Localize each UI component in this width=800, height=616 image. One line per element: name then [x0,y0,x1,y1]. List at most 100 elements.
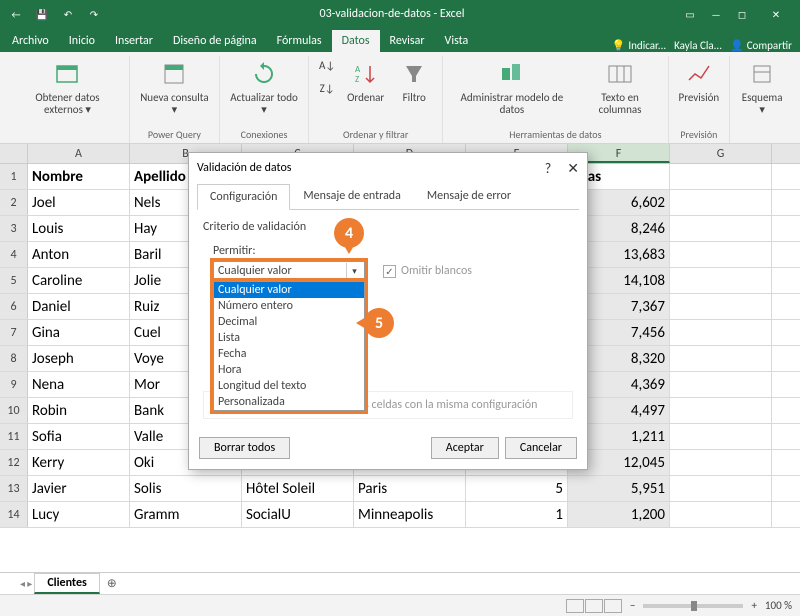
tab-inicio[interactable]: Inicio [59,30,105,52]
sort-asc-button[interactable]: A↓ [315,56,339,78]
allow-opt-custom[interactable]: Personalizada [214,394,364,410]
save-icon[interactable]: 💾 [30,2,54,26]
forecast-button[interactable]: Previsión [675,56,724,106]
allow-dropdown[interactable]: Cualquier valor ▾ Cualquier valor Número… [213,261,365,281]
cell[interactable] [670,372,772,397]
dialog-tab-error-msg[interactable]: Mensaje de error [414,183,524,209]
cell[interactable]: Daniel [28,294,130,319]
row-header[interactable]: 3 [0,216,28,241]
cell[interactable]: 1 [466,502,568,527]
cell[interactable] [670,502,772,527]
row-header[interactable]: 4 [0,242,28,267]
tab-diseno[interactable]: Diseño de página [163,30,267,52]
cell[interactable]: Solis [130,476,242,501]
outline-button[interactable]: Esquema ▾ [736,56,788,118]
close-icon[interactable]: ✕ [756,2,796,26]
maximize-icon[interactable]: ◻ [730,2,754,26]
cell[interactable]: Louis [28,216,130,241]
allow-opt-time[interactable]: Hora [214,362,364,378]
cell[interactable]: Paris [354,476,466,501]
cell[interactable]: Gramm [130,502,242,527]
cell[interactable] [670,294,772,319]
cell[interactable] [670,476,772,501]
cell[interactable]: Kerry [28,450,130,475]
tab-datos[interactable]: Datos [332,30,380,52]
sort-button[interactable]: AZ Ordenar [343,56,388,106]
row-header[interactable]: 12 [0,450,28,475]
minimize-icon[interactable]: — [704,2,728,26]
cell[interactable] [670,450,772,475]
row-header[interactable]: 14 [0,502,28,527]
row-header[interactable]: 13 [0,476,28,501]
cell[interactable] [670,268,772,293]
cell[interactable] [670,216,772,241]
dialog-help-icon[interactable]: ? [545,160,552,177]
new-query-button[interactable]: Nueva consulta ▾ [136,56,213,118]
ignore-blank-checkbox[interactable]: ✓ Omitir blancos [383,264,472,278]
back-icon[interactable]: ← [4,2,28,26]
get-external-data-button[interactable]: Obtener datos externos ▾ [12,56,123,118]
allow-opt-list[interactable]: Lista [214,330,364,346]
undo-icon[interactable]: ↶ [56,2,80,26]
tell-me[interactable]: 💡 Indicar... [612,39,666,52]
row-header[interactable]: 8 [0,346,28,371]
cell[interactable]: 5 [466,476,568,501]
zoom-slider[interactable] [643,604,743,608]
cell[interactable] [670,164,772,189]
cell[interactable]: 5,951 [568,476,670,501]
ok-button[interactable]: Aceptar [431,437,499,459]
cell[interactable] [670,398,772,423]
allow-opt-any[interactable]: Cualquier valor [214,282,364,298]
allow-opt-date[interactable]: Fecha [214,346,364,362]
cell[interactable]: Joel [28,190,130,215]
row-header[interactable]: 11 [0,424,28,449]
cell[interactable]: Nena [28,372,130,397]
refresh-all-button[interactable]: Actualizar todo ▾ [226,56,302,118]
cell[interactable]: Gina [28,320,130,345]
cell[interactable] [670,346,772,371]
tab-insertar[interactable]: Insertar [105,30,163,52]
cell[interactable]: Sofia [28,424,130,449]
ribbon-options-icon[interactable]: ▭ [678,2,702,26]
clear-all-button[interactable]: Borrar todos [199,437,290,459]
tab-revisar[interactable]: Revisar [380,30,435,52]
col-header-G[interactable]: G [670,144,772,163]
cell[interactable]: Anton [28,242,130,267]
allow-opt-decimal[interactable]: Decimal [214,314,364,330]
dialog-tab-config[interactable]: Configuración [197,184,290,210]
cell[interactable]: Lucy [28,502,130,527]
zoom-plus[interactable]: + [751,599,756,612]
add-sheet-button[interactable]: ⊕ [102,576,122,591]
row-header[interactable]: 1 [0,164,28,189]
cell[interactable] [670,424,772,449]
cell[interactable] [670,242,772,267]
view-buttons[interactable] [566,599,622,613]
allow-opt-textlen[interactable]: Longitud del texto [214,378,364,394]
filter-button[interactable]: Filtro [392,56,436,106]
cell[interactable]: Hôtel Soleil [242,476,354,501]
text-to-columns-button[interactable]: Texto en columnas [579,56,662,118]
allow-opt-whole[interactable]: Número entero [214,298,364,314]
col-header-A[interactable]: A [28,144,130,163]
row-header[interactable]: 2 [0,190,28,215]
zoom-minus[interactable]: − [630,599,635,612]
tab-vista[interactable]: Vista [435,30,479,52]
zoom-level[interactable]: 100 % [765,599,792,612]
cell[interactable]: Nombre [28,164,130,189]
row-header[interactable]: 9 [0,372,28,397]
cell[interactable] [670,190,772,215]
cell[interactable]: Minneapolis [354,502,466,527]
tab-formulas[interactable]: Fórmulas [267,30,332,52]
cell[interactable]: Javier [28,476,130,501]
cancel-button[interactable]: Cancelar [505,437,577,459]
data-model-button[interactable]: Administrar modelo de datos [449,56,574,118]
sort-desc-button[interactable]: Z↓ [315,79,339,101]
cell[interactable]: 1,200 [568,502,670,527]
sheet-nav[interactable]: ◂ ▸ [20,577,32,590]
cell[interactable]: Caroline [28,268,130,293]
tab-archivo[interactable]: Archivo [2,30,59,52]
redo-icon[interactable]: ↷ [82,2,106,26]
row-header[interactable]: 10 [0,398,28,423]
sheet-tab-clientes[interactable]: Clientes [34,573,99,594]
select-all-corner[interactable] [0,144,28,163]
